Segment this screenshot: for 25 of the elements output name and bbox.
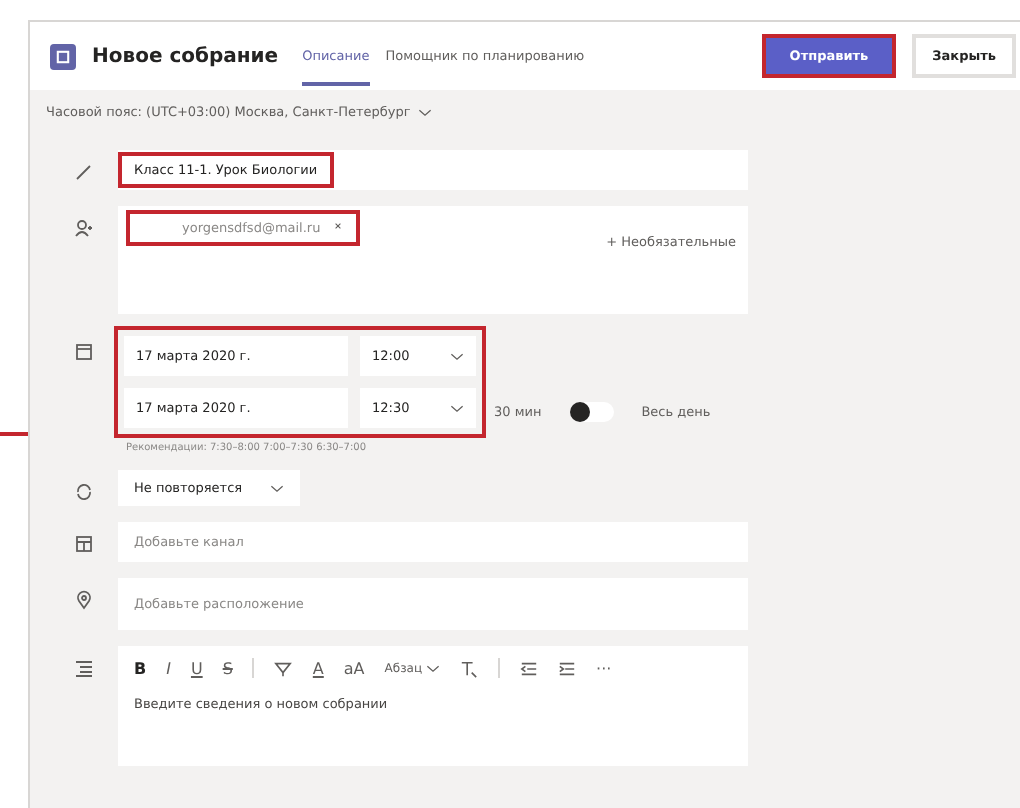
- chevron-down-icon: [418, 107, 433, 117]
- close-icon: [332, 220, 345, 232]
- location-pin-icon: [74, 590, 94, 610]
- repeat-icon: [74, 482, 94, 502]
- bold-button[interactable]: B: [134, 659, 147, 677]
- chevron-down-icon: [426, 663, 441, 673]
- chevron-down-icon: [450, 403, 464, 413]
- all-day-toggle[interactable]: [569, 402, 614, 422]
- chevron-down-icon: [450, 351, 464, 361]
- outdent-icon: [520, 659, 539, 677]
- window-title: Новое собрание: [92, 45, 279, 67]
- font-color-button[interactable]: A: [312, 659, 324, 677]
- pencil-icon: [74, 162, 94, 182]
- underline-button[interactable]: U: [190, 659, 203, 677]
- highlighter-icon: [274, 659, 293, 677]
- font-size-button[interactable]: aA: [343, 659, 365, 677]
- channel-icon: [74, 534, 94, 554]
- italic-button[interactable]: I: [166, 659, 171, 677]
- text-lines-icon: [74, 658, 94, 678]
- more-button[interactable]: ···: [596, 659, 612, 677]
- people-icon: [74, 218, 94, 238]
- strikethrough-button[interactable]: S: [222, 659, 233, 677]
- chevron-down-icon: [270, 483, 285, 493]
- clear-formatting-icon: [460, 659, 479, 677]
- indent-icon: [558, 659, 577, 677]
